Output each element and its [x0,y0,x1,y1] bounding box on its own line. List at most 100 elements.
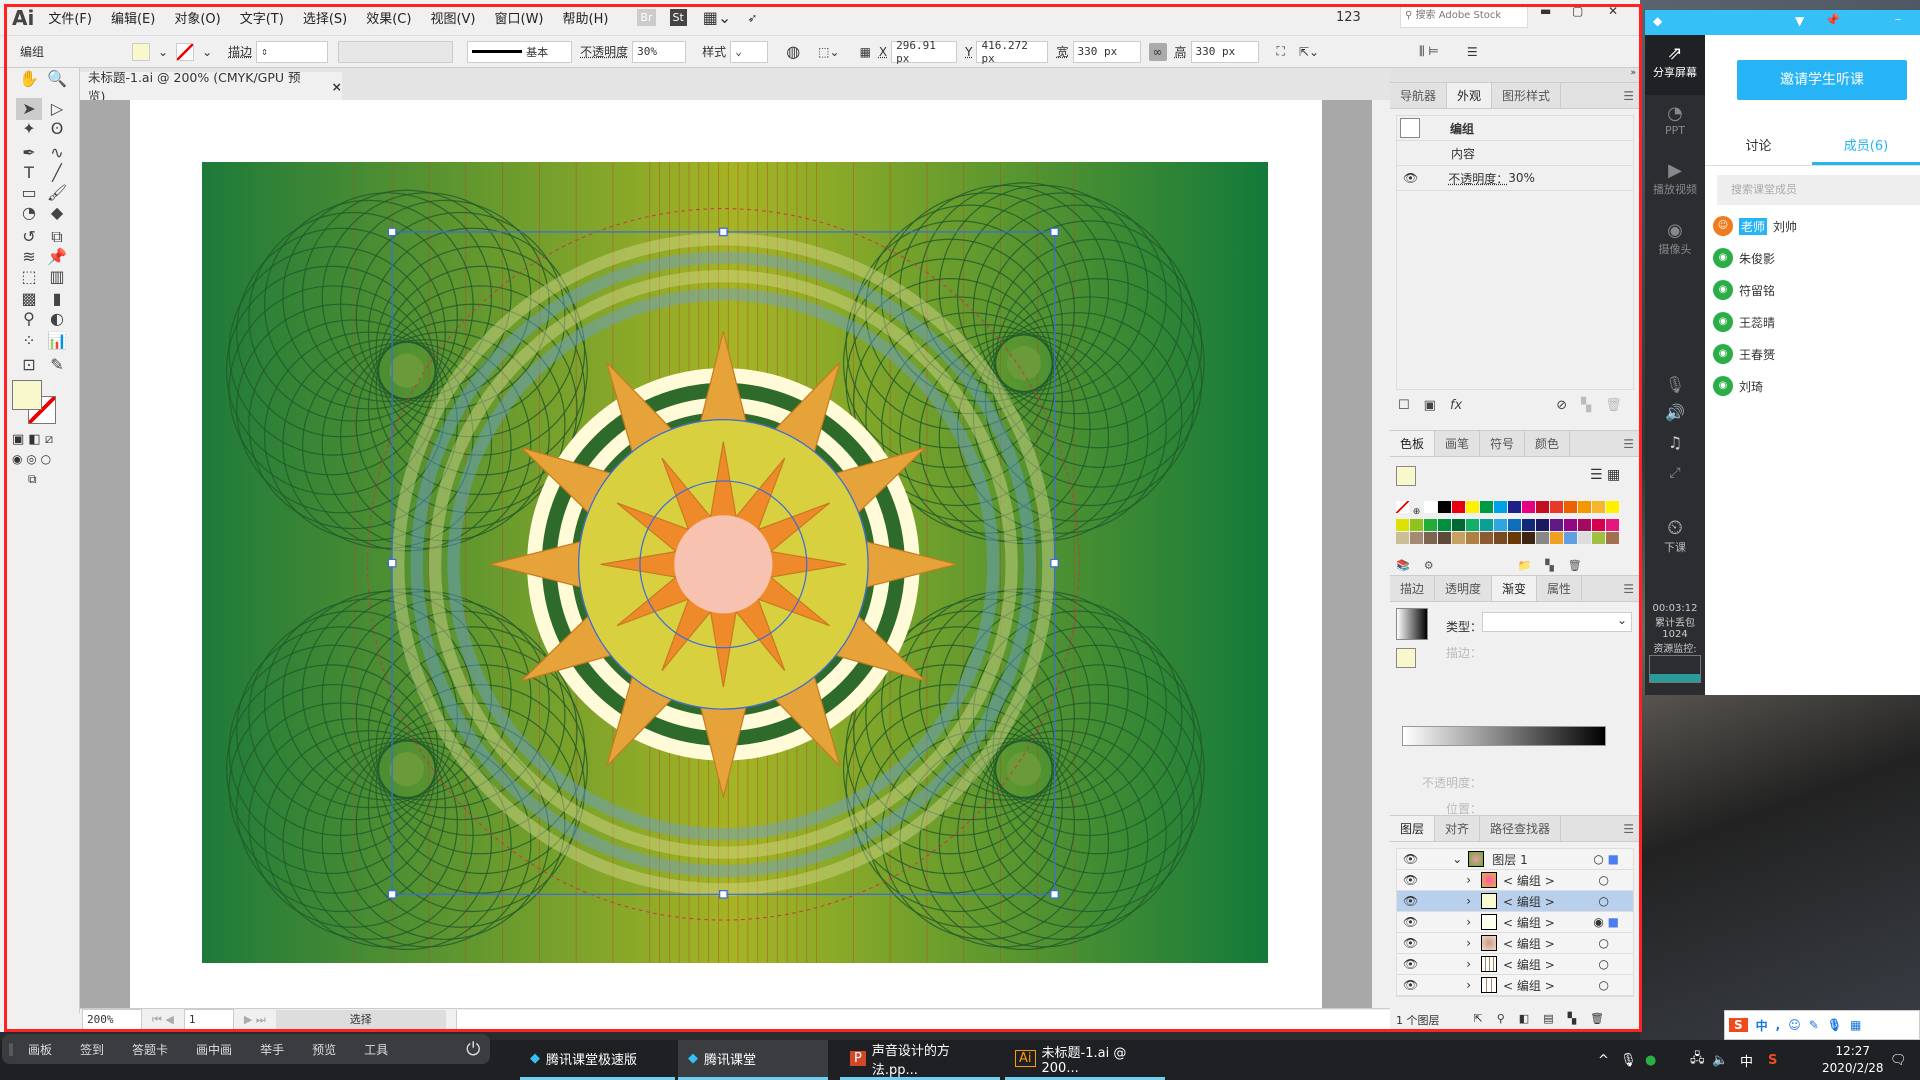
recolor-icon[interactable]: ◍ [786,42,800,61]
color-mode-buttons[interactable]: ▣ ◧ ⧄ [12,432,53,447]
symbol-sprayer-tool[interactable]: ⁘ [16,330,42,352]
tool-answer-card[interactable]: 答题卡 [132,1041,168,1058]
rectangle-tool[interactable]: ▭ [16,182,42,204]
maximize-button[interactable]: ▢ [1572,4,1583,18]
menu-file[interactable]: 文件(F) [48,8,92,27]
gradient-bar[interactable] [1402,726,1606,746]
stroke-swatch[interactable] [176,42,195,61]
opacity-input[interactable]: 30% [632,40,687,63]
taskbar-app-tencent-lite[interactable]: ◆ 腾讯课堂极速版 [520,1040,675,1080]
swatch[interactable] [1522,519,1535,531]
minimize-button[interactable]: – [1895,12,1901,26]
invite-students-button[interactable]: 邀请学生听课 [1737,60,1907,100]
swatch[interactable] [1424,532,1437,544]
tab-symbols[interactable]: 符号 [1480,431,1526,456]
y-input[interactable]: 416.272 px [976,39,1049,65]
tab-appearance[interactable]: 外观 [1447,83,1493,108]
menu-object[interactable]: 对象(O) [174,8,220,27]
end-class-button[interactable]: ⏲ 下课 [1645,515,1705,555]
fx-icon[interactable]: fx [1450,398,1462,413]
height-input[interactable]: 330 px [1190,40,1259,63]
panel-menu-icon[interactable]: ☰ [1623,431,1640,456]
swatch[interactable] [1550,532,1563,544]
clipping-mask-icon[interactable]: ◧ [1519,1012,1529,1028]
menu-effect[interactable]: 效果(C) [366,8,411,27]
rotate-tool[interactable]: ↺ [16,226,42,248]
gradient-fill-indicator[interactable] [1396,648,1416,668]
panel-menu-icon[interactable]: ☰ [1623,816,1640,841]
swatch[interactable] [1564,501,1577,513]
tray-volume-icon[interactable]: 🔈 [1712,1053,1728,1068]
notifications-icon[interactable]: 🗨 [1890,1053,1907,1068]
free-transform-tool[interactable]: ⬚ [16,266,42,288]
paintbrush-tool[interactable]: 🖌 [44,182,70,204]
tab-pathfinder[interactable]: 路径查找器 [1480,816,1562,841]
panel-collapse-bar[interactable]: » [1390,68,1640,82]
locate-object-icon[interactable]: ⚲ [1497,1012,1505,1028]
curvature-tool[interactable]: ∿ [44,142,70,164]
fill-color-box[interactable] [12,380,42,410]
target-icon[interactable]: ○ [1599,936,1609,950]
type-tool[interactable]: T [16,162,42,184]
line-tool[interactable]: ╱ [44,162,70,184]
new-sublayer-icon[interactable]: ▤ [1543,1012,1553,1028]
stock-button[interactable]: St [669,9,687,26]
sogou-ime-bar[interactable]: S 中, ☺ ✎ 🎙 ▦ [1724,1010,1920,1040]
stroke-weight-input[interactable]: ⇕ [256,40,329,63]
fill-swatch[interactable] [132,42,151,61]
delete-swatch-icon[interactable]: 🗑 [1568,559,1582,572]
clear-appearance-icon[interactable]: ⊘ [1556,398,1567,413]
isolate-icon[interactable]: ⇱⌄ [1299,45,1319,59]
swatch[interactable] [1424,501,1437,513]
tab-attributes[interactable]: 属性 [1537,576,1583,601]
tool-tools[interactable]: 工具 [364,1041,388,1058]
panel-menu-icon[interactable]: ☰ [1623,83,1640,108]
tab-members[interactable]: 成员(6) [1812,130,1920,165]
add-stroke-icon[interactable]: ☐ [1398,398,1410,413]
expand-chevron-icon[interactable]: › [1466,873,1471,887]
swatch[interactable] [1452,532,1465,544]
align-select-icon[interactable]: ⬚⌄ [818,45,839,59]
dropdown-icon[interactable]: ▼ [1795,14,1804,28]
swatch[interactable] [1564,519,1577,531]
swatch[interactable] [1466,501,1479,513]
swatch[interactable] [1396,532,1409,544]
member-item[interactable]: ◉ 王春赟 [1645,338,1920,370]
artboard-tool[interactable]: ⊡ [16,354,42,376]
tab-align[interactable]: 对齐 [1435,816,1481,841]
swatch[interactable] [1592,532,1605,544]
tray-wechat-icon[interactable]: ● [1645,1053,1656,1068]
eraser-tool[interactable]: ◆ [44,202,70,224]
workspace-switcher[interactable]: 123 [1336,10,1361,25]
swatch[interactable] [1536,519,1549,531]
hand-tool[interactable]: ✋ [16,68,42,90]
tool-whiteboard[interactable]: 画板 [28,1041,52,1058]
visibility-eye-icon[interactable]: 👁 [1403,894,1418,908]
draw-mode-buttons[interactable]: ◉ ◎ ○ [12,452,51,466]
swatch[interactable] [1564,532,1577,544]
scale-tool[interactable]: ⧉ [44,226,70,248]
target-icon[interactable]: ○ [1599,894,1609,908]
swatch[interactable] [1494,532,1507,544]
swatch[interactable] [1522,532,1535,544]
reference-point-icon[interactable]: ▦ [860,45,871,59]
fullscreen-icon[interactable]: ⤢ [1645,465,1705,481]
swatch[interactable] [1466,532,1479,544]
tab-layers[interactable]: 图层 [1390,816,1436,841]
share-screen-button[interactable]: ⇗ 分享屏幕 [1645,35,1705,95]
menu-type[interactable]: 文字(T) [240,8,284,27]
swatch[interactable] [1410,519,1423,531]
expand-chevron-icon[interactable]: › [1466,915,1471,929]
new-swatch-icon[interactable]: ▚ [1545,559,1553,572]
distribute-icon[interactable]: ⫼ ⊨ [1419,44,1439,59]
tray-overflow-icon[interactable]: ^ [1598,1053,1609,1068]
swatch[interactable] [1424,519,1437,531]
close-button[interactable]: ✕ [1608,4,1618,18]
mandala-artwork[interactable] [202,162,1268,963]
swatch[interactable] [1508,519,1521,531]
power-icon[interactable]: ⏻ [466,1039,480,1060]
screen-mode-icon[interactable]: ⧉ [28,472,37,487]
tab-color[interactable]: 颜色 [1525,431,1571,456]
artboard-number-select[interactable]: 1 [183,1008,234,1031]
constrain-proportions-button[interactable]: ∞ [1148,42,1167,61]
